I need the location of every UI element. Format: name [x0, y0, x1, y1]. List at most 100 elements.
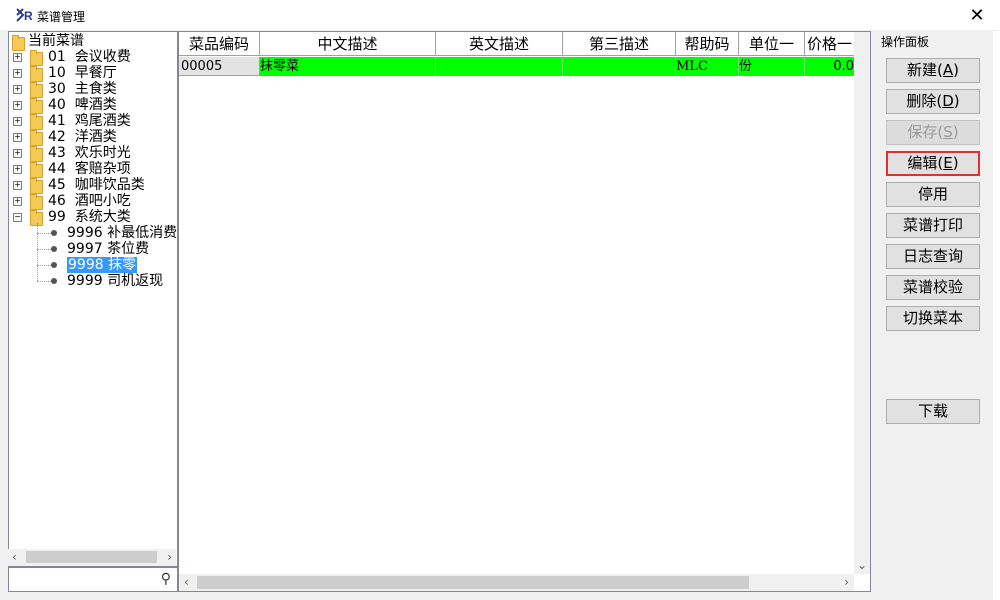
op-button-label: 日志查询 — [902, 247, 963, 265]
scroll-thumb[interactable] — [197, 576, 749, 589]
dish-grid[interactable]: 菜品编码 中文描述 英文描述 第三描述 帮助码 单位一 价格一 00005 抹零… — [178, 31, 871, 592]
folder-icon — [12, 35, 25, 51]
op-button[interactable]: 保存(S) — [886, 120, 980, 145]
tree-item-dish[interactable]: 9998 抹零 — [67, 257, 138, 273]
grid-vertical-scrollbar[interactable]: ⌄ — [854, 32, 870, 574]
tree-expand-icon[interactable]: + — [13, 165, 22, 174]
tree-item-category[interactable]: 99 系统大类 — [48, 209, 131, 225]
tree-root-label: 当前菜谱 — [28, 33, 84, 49]
search-icon[interactable]: ⚲ — [161, 571, 171, 587]
shortcut-hint: (A) — [937, 61, 959, 79]
folder-icon — [30, 162, 43, 178]
table-row[interactable]: 00005 抹零菜 MLC 份 0.0 — [179, 57, 854, 76]
tree-item-category[interactable]: 30 主食类 — [48, 81, 117, 97]
tree-item-dish[interactable]: 9997 茶位费 — [67, 241, 149, 257]
cell-english[interactable] — [436, 57, 563, 76]
category-tree[interactable]: 当前菜谱 +01 会议收费 +10 早餐厅 +30 主食类 +40 啤酒类 +41 鸡尾… — [8, 31, 178, 567]
op-button[interactable]: 编辑(E) — [886, 151, 980, 176]
tree-item-label: 43 — [48, 145, 66, 161]
tree-search-input[interactable]: ⚲ — [8, 567, 178, 592]
op-button[interactable]: 菜谱校验 — [886, 275, 980, 300]
tree-item-dish[interactable]: 9999 司机返现 — [67, 273, 163, 289]
app-logo-icon: R — [16, 8, 33, 23]
tree-item-category[interactable]: 45 咖啡饮品类 — [48, 177, 145, 193]
op-button-label: 新建 — [907, 61, 938, 79]
tree-item-label: 欢乐时光 — [74, 145, 131, 161]
cell-third[interactable] — [563, 57, 676, 76]
tree-item-category[interactable]: 46 酒吧小吃 — [48, 193, 131, 209]
tree-horizontal-scrollbar[interactable]: ‹ › — [8, 549, 176, 566]
op-button[interactable]: 下载 — [886, 399, 980, 424]
tree-item-category[interactable]: 43 欢乐时光 — [48, 145, 131, 161]
close-button[interactable]: ✕ — [954, 0, 1000, 30]
tree-item-label: 45 — [48, 177, 66, 193]
menu-management-window: R 菜谱管理 ✕ 当前菜谱 +01 会议收费 +10 早餐厅 +30 主食类 +40 … — [0, 0, 1000, 600]
scroll-left-arrow-icon[interactable]: ‹ — [184, 575, 189, 589]
tree-connector — [37, 249, 51, 250]
tree-expand-icon[interactable]: + — [13, 85, 22, 94]
tree-item-label: 茶位费 — [107, 241, 150, 257]
tree-expand-icon[interactable]: + — [13, 69, 22, 78]
op-button[interactable]: 日志查询 — [886, 244, 980, 269]
tree-expand-icon[interactable]: + — [13, 197, 22, 206]
tree-expand-icon[interactable]: + — [13, 181, 22, 190]
op-button[interactable]: 删除(D) — [886, 89, 980, 114]
window-title: 菜谱管理 — [37, 10, 86, 24]
cell-price[interactable]: 0.0 — [805, 57, 854, 76]
tree-item-category[interactable]: 44 客赔杂项 — [48, 161, 131, 177]
tree-item-label: 早餐厅 — [74, 65, 117, 81]
tree-item-label: 补最低消费 — [107, 225, 178, 241]
tree-connector — [37, 233, 51, 234]
op-button-label: 菜谱校验 — [902, 278, 963, 296]
tree-connector — [37, 223, 38, 281]
op-button[interactable]: 菜谱打印 — [886, 213, 980, 238]
tree-item-dish[interactable]: 9996 补最低消费 — [67, 225, 177, 241]
tree-item-label: 啤酒类 — [74, 97, 117, 113]
tree-item-category[interactable]: 40 啤酒类 — [48, 97, 117, 113]
tree-root[interactable]: 当前菜谱 — [28, 33, 84, 49]
scroll-right-arrow-icon[interactable]: › — [844, 575, 849, 589]
column-header-english[interactable]: 英文描述 — [436, 32, 563, 56]
tree-item-label: 鸡尾酒类 — [74, 113, 131, 129]
cell-code[interactable]: 00005 — [179, 57, 260, 76]
cell-help-code[interactable]: MLC — [676, 57, 739, 76]
tree-connector — [37, 281, 51, 282]
column-header-price[interactable]: 价格一 — [805, 32, 854, 56]
tree-expand-icon[interactable]: + — [13, 101, 22, 110]
op-button[interactable]: 停用 — [886, 182, 980, 207]
cell-unit[interactable]: 份 — [739, 57, 805, 76]
tree-expand-icon[interactable]: + — [13, 149, 22, 158]
operation-panel: 操作面板 新建(A) 删除(D) 保存(S) 编辑(E) 停用 菜谱打印 日志查询 菜谱校验切… — [872, 31, 992, 590]
tree-item-label: 9998 — [68, 257, 104, 273]
tree-item-label: 44 — [48, 161, 66, 177]
scroll-down-arrow-icon[interactable]: ⌄ — [857, 558, 867, 572]
svg-text:R: R — [24, 9, 33, 23]
column-header-chinese[interactable]: 中文描述 — [260, 32, 436, 56]
column-header-code[interactable]: 菜品编码 — [179, 32, 260, 56]
tree-item-category[interactable]: 41 鸡尾酒类 — [48, 113, 131, 129]
grid-horizontal-scrollbar[interactable]: ‹ › — [179, 574, 854, 591]
leaf-dot-icon — [51, 246, 57, 252]
op-button[interactable]: 切换菜本 — [886, 306, 980, 331]
op-button-label: 保存 — [907, 123, 938, 141]
tree-expand-icon[interactable]: − — [13, 213, 22, 222]
tree-expand-icon[interactable]: + — [13, 133, 22, 142]
tree-item-category[interactable]: 01 会议收费 — [48, 49, 131, 65]
cell-chinese[interactable]: 抹零菜 — [260, 57, 436, 76]
scroll-left-arrow-icon[interactable]: ‹ — [12, 550, 17, 564]
folder-icon — [30, 114, 43, 130]
grid-header: 菜品编码 中文描述 英文描述 第三描述 帮助码 单位一 价格一 — [179, 32, 854, 56]
tree-expand-icon[interactable]: + — [13, 53, 22, 62]
op-button[interactable]: 新建(A) — [886, 58, 980, 83]
tree-item-category[interactable]: 10 早餐厅 — [48, 65, 117, 81]
scroll-thumb[interactable] — [26, 551, 157, 563]
folder-icon — [30, 130, 43, 146]
shortcut-hint: (S) — [937, 123, 959, 141]
column-header-help-code[interactable]: 帮助码 — [676, 32, 739, 56]
tree-item-category[interactable]: 42 洋酒类 — [48, 129, 117, 145]
tree-expand-icon[interactable]: + — [13, 117, 22, 126]
folder-icon — [30, 50, 43, 66]
column-header-third[interactable]: 第三描述 — [563, 32, 676, 56]
scroll-right-arrow-icon[interactable]: › — [167, 550, 172, 564]
column-header-unit[interactable]: 单位一 — [739, 32, 805, 56]
